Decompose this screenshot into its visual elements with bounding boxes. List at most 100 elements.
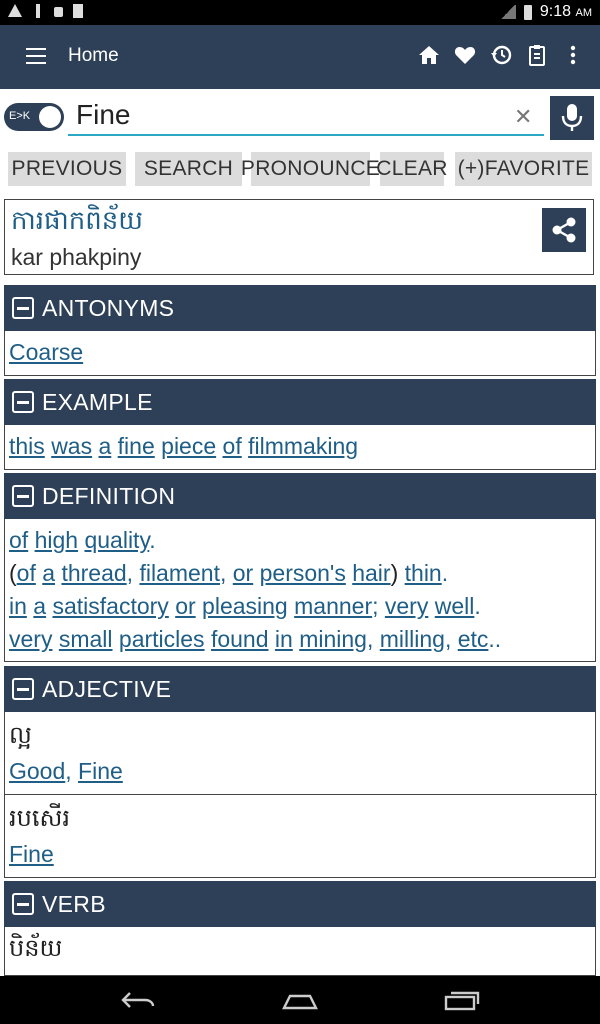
word-link[interactable]: this <box>9 433 45 459</box>
app-bar: Home <box>0 25 600 89</box>
word-link[interactable]: well <box>435 593 475 619</box>
verb-body: បិន័យ <box>4 927 596 976</box>
share-button[interactable] <box>542 208 586 252</box>
punctuation: , <box>65 758 72 784</box>
word-link[interactable]: manner <box>294 593 372 619</box>
history-icon[interactable] <box>490 43 512 67</box>
word-link[interactable]: hair <box>352 560 390 586</box>
punctuation: ) <box>390 560 399 586</box>
example-body: this was a fine piece of filmmaking <box>4 425 596 470</box>
word-link[interactable]: thin <box>405 560 442 586</box>
word-link[interactable]: of <box>9 527 28 553</box>
word-link[interactable]: person's <box>260 560 346 586</box>
pronounce-button[interactable]: PRONOUNCE <box>241 152 380 186</box>
word-link[interactable]: Fine <box>78 758 123 784</box>
status-bar: 9:18 AM <box>0 0 600 25</box>
punctuation: , <box>219 560 227 586</box>
example-line: this was a fine piece of filmmaking <box>9 433 358 460</box>
word-link[interactable]: thread <box>61 560 126 586</box>
word-link[interactable]: in <box>9 593 27 619</box>
word-link[interactable]: Good <box>9 758 65 784</box>
app-bar-title: Home <box>68 45 119 66</box>
signal-icon <box>499 5 516 19</box>
word-link[interactable]: mining <box>299 626 367 652</box>
word-link[interactable]: fine <box>118 433 155 459</box>
word-link[interactable]: etc <box>458 626 489 652</box>
voice-search-button[interactable] <box>550 96 594 140</box>
definition-line: in a satisfactory or pleasing manner; ve… <box>9 593 481 620</box>
clear-search-icon[interactable]: ✕ <box>514 104 532 130</box>
punctuation: , <box>126 560 134 586</box>
word-link[interactable]: very <box>9 626 52 652</box>
word-link[interactable]: or <box>175 593 195 619</box>
punctuation: ( <box>9 560 17 586</box>
transliteration: kar phakpiny <box>11 244 142 270</box>
definition-body: of high quality. (of a thread, filament,… <box>4 519 596 662</box>
word-link[interactable]: pleasing <box>202 593 288 619</box>
collapse-icon[interactable] <box>12 678 34 700</box>
previous-button[interactable]: PREVIOUS <box>8 152 126 186</box>
word-link[interactable]: filament <box>139 560 220 586</box>
punctuation: . <box>149 527 156 553</box>
word-link[interactable]: of <box>223 433 242 459</box>
antonyms-body: Coarse <box>4 331 596 376</box>
word-link[interactable]: a <box>98 433 111 459</box>
notification-icons <box>8 4 83 18</box>
word-link[interactable]: or <box>233 560 253 586</box>
punctuation: .. <box>488 626 502 652</box>
punctuation: . <box>441 560 449 586</box>
gloss-line: Good, Fine <box>9 758 123 785</box>
warning-icon <box>8 4 22 17</box>
lock-icon <box>54 7 63 17</box>
word-link[interactable]: Fine <box>9 841 54 867</box>
word-link[interactable]: filmmaking <box>248 433 358 459</box>
divider <box>5 794 597 795</box>
battery-icon <box>523 4 532 20</box>
language-direction-toggle[interactable]: E>K <box>4 103 64 131</box>
word-link[interactable]: piece <box>161 433 216 459</box>
favorite-heart-icon[interactable] <box>454 43 476 67</box>
clipboard-icon[interactable] <box>526 43 548 67</box>
word-link[interactable]: found <box>211 626 269 652</box>
section-header-verb[interactable]: VERB <box>4 881 596 927</box>
collapse-icon[interactable] <box>12 485 34 507</box>
recent-apps-icon[interactable] <box>444 988 480 1017</box>
word-link[interactable]: milling <box>380 626 445 652</box>
khmer-translation: ល្អ <box>9 721 32 749</box>
menu-icon[interactable] <box>26 48 46 64</box>
word-link[interactable]: very <box>385 593 428 619</box>
add-favorite-button[interactable]: (+)FAVORITE <box>455 152 592 186</box>
punctuation: . <box>474 593 481 619</box>
word-link[interactable]: a <box>33 593 46 619</box>
word-link[interactable]: a <box>42 560 55 586</box>
microphone-icon <box>561 104 583 131</box>
definition-line: very small particles found in mining, mi… <box>9 626 501 653</box>
clear-button[interactable]: CLEAR <box>376 152 447 186</box>
home-nav-icon[interactable] <box>282 988 318 1017</box>
section-header-example[interactable]: EXAMPLE <box>4 379 596 425</box>
search-input[interactable] <box>68 96 544 136</box>
definition-line: of high quality. <box>9 527 156 554</box>
word-link[interactable]: high <box>35 527 78 553</box>
word-link[interactable]: of <box>17 560 36 586</box>
definition-line: (of a thread, filament, or person's hair… <box>9 560 448 587</box>
home-icon[interactable] <box>418 43 440 67</box>
word-link[interactable]: particles <box>119 626 205 652</box>
back-icon[interactable] <box>120 988 156 1017</box>
word-link[interactable]: quality <box>84 527 149 553</box>
entry-card: ការផាកពិន័យ kar phakpiny <box>4 199 594 275</box>
word-link[interactable]: small <box>59 626 113 652</box>
collapse-icon[interactable] <box>12 297 34 319</box>
gloss-line: Fine <box>9 841 54 868</box>
section-header-adjective[interactable]: ADJECTIVE <box>4 666 596 712</box>
word-link[interactable]: in <box>275 626 293 652</box>
search-button[interactable]: SEARCH <box>135 152 242 186</box>
more-options-icon[interactable] <box>562 43 584 67</box>
section-header-antonyms[interactable]: ANTONYMS <box>4 285 596 331</box>
word-link[interactable]: satisfactory <box>52 593 168 619</box>
collapse-icon[interactable] <box>12 893 34 915</box>
word-link[interactable]: Coarse <box>9 339 83 365</box>
section-header-definition[interactable]: DEFINITION <box>4 473 596 519</box>
word-link[interactable]: was <box>51 433 92 459</box>
collapse-icon[interactable] <box>12 391 34 413</box>
